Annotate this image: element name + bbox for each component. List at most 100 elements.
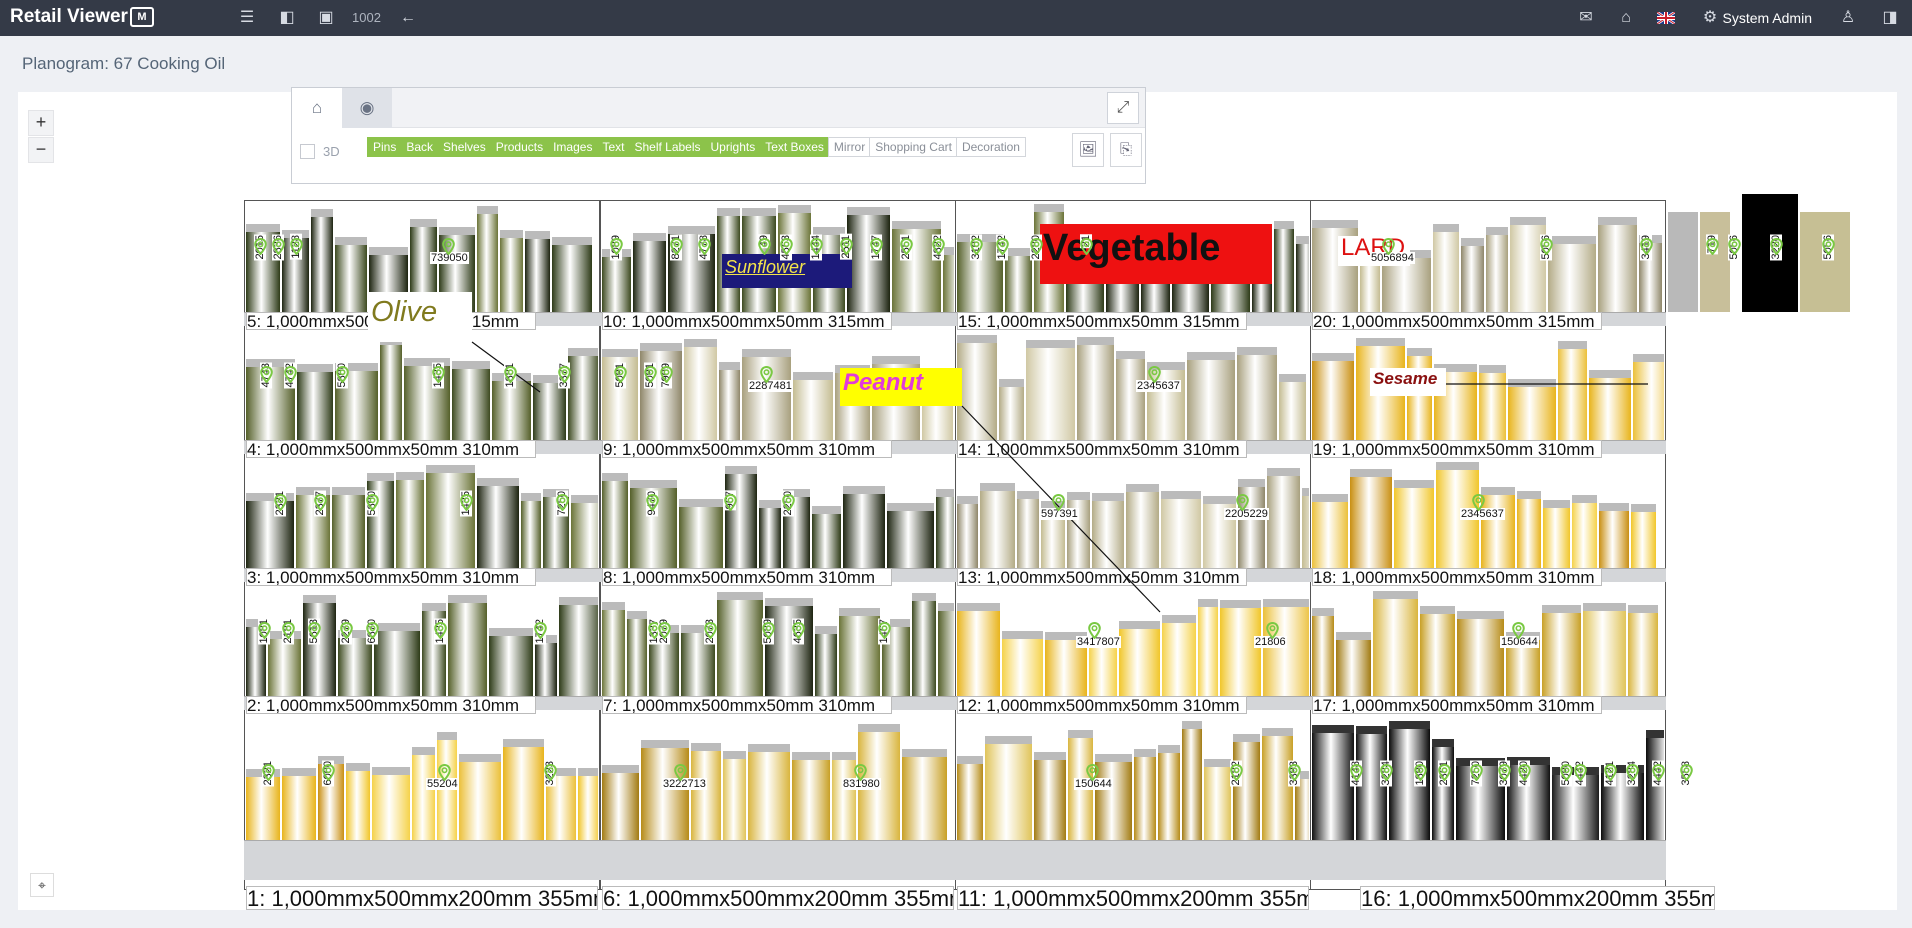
product-facing[interactable] — [957, 603, 1000, 696]
product-facing[interactable] — [1237, 346, 1277, 440]
product-facing[interactable] — [1220, 600, 1261, 696]
product-facing[interactable] — [602, 601, 625, 696]
location-pin-icon[interactable] — [760, 365, 773, 384]
product-facing[interactable] — [691, 742, 721, 840]
product-facing[interactable] — [1312, 352, 1354, 440]
product-facing[interactable] — [684, 338, 717, 440]
shelf[interactable] — [600, 840, 956, 880]
location-pin-icon[interactable] — [1472, 493, 1485, 512]
mail-icon[interactable]: ✉ — [1576, 8, 1596, 28]
location-pin-icon[interactable] — [534, 621, 547, 640]
shelf-label-11[interactable]: 11: 1,000mmx500mmx200mm 355mm — [957, 886, 1309, 910]
location-pin-icon[interactable] — [282, 621, 295, 640]
product-facing[interactable] — [448, 595, 487, 696]
product-facing[interactable] — [311, 209, 333, 312]
location-pin-icon[interactable] — [698, 237, 711, 256]
shelf-label-20[interactable]: 20: 1,000mmx500mmx50mm 315mm — [1312, 312, 1602, 330]
product-facing[interactable] — [303, 595, 336, 696]
product-facing[interactable] — [1700, 212, 1730, 312]
location-pin-icon[interactable] — [284, 365, 297, 384]
product-facing[interactable] — [847, 207, 890, 312]
product-facing[interactable] — [999, 379, 1024, 440]
shelf-label-16[interactable]: 16: 1,000mmx500mmx200mm 355mm — [1360, 886, 1715, 910]
location-pin-icon[interactable] — [1574, 763, 1587, 782]
product-facing[interactable] — [380, 336, 402, 440]
product-facing[interactable] — [1517, 490, 1541, 568]
location-pin-icon[interactable] — [782, 493, 795, 512]
text-box-vegetable[interactable]: Vegetable — [1040, 224, 1272, 284]
layer-toggle-images[interactable]: Images — [547, 137, 599, 157]
product-facing[interactable] — [602, 473, 628, 568]
product-facing[interactable] — [1279, 373, 1306, 440]
layer-toggle-text-boxes[interactable]: Text Boxes — [759, 137, 830, 157]
location-pin-icon[interactable] — [1604, 763, 1617, 782]
product-facing[interactable] — [1631, 504, 1656, 568]
text-box-sesame[interactable]: Sesame — [1370, 368, 1446, 396]
product-facing[interactable] — [1312, 608, 1334, 696]
product-facing[interactable] — [1336, 631, 1371, 696]
product-facing[interactable] — [1572, 494, 1597, 568]
location-pin-icon[interactable] — [646, 493, 659, 512]
product-facing[interactable] — [459, 754, 501, 840]
location-pin-icon[interactable] — [434, 621, 447, 640]
product-facing[interactable] — [765, 598, 813, 696]
product-facing[interactable] — [887, 502, 934, 568]
layer-toggle-decoration[interactable]: Decoration — [955, 137, 1026, 157]
location-pin-icon[interactable] — [442, 237, 455, 256]
product-facing[interactable] — [943, 246, 954, 312]
product-facing[interactable] — [985, 735, 1032, 840]
shelf-label-2[interactable]: 2: 1,000mmx500mmx50mm 310mm — [246, 696, 536, 714]
product-facing[interactable] — [335, 237, 367, 312]
shelf-label-15[interactable]: 15: 1,000mmx500mmx50mm 315mm — [957, 312, 1247, 330]
product-facing[interactable] — [396, 472, 424, 568]
product-facing[interactable] — [1274, 221, 1294, 312]
location-pin-icon[interactable] — [1414, 763, 1427, 782]
product-facing[interactable] — [1182, 720, 1202, 840]
location-pin-icon[interactable] — [674, 763, 687, 782]
location-pin-icon[interactable] — [644, 365, 657, 384]
product-facing[interactable] — [1668, 212, 1698, 312]
location-pin-icon[interactable] — [610, 237, 623, 256]
3d-checkbox[interactable] — [300, 144, 315, 159]
recenter-button[interactable]: ⌖ — [30, 873, 54, 897]
gear-icon[interactable]: ⚙ — [1700, 8, 1720, 28]
product-facing[interactable] — [957, 495, 978, 568]
layer-toggle-shopping-cart[interactable]: Shopping Cart — [869, 137, 958, 157]
product-facing[interactable] — [1583, 602, 1626, 696]
location-pin-icon[interactable] — [878, 621, 891, 640]
product-facing[interactable] — [1134, 748, 1156, 840]
product-facing[interactable] — [839, 608, 880, 696]
location-pin-icon[interactable] — [780, 237, 793, 256]
location-pin-icon[interactable] — [1230, 763, 1243, 782]
location-pin-icon[interactable] — [840, 237, 853, 256]
location-pin-icon[interactable] — [1350, 763, 1363, 782]
text-box-peanut[interactable]: Peanut — [840, 368, 962, 406]
shelf-label-1[interactable]: 1: 1,000mmx500mmx200mm 355mm — [246, 886, 598, 910]
product-facing[interactable] — [1204, 759, 1231, 840]
product-facing[interactable] — [723, 751, 746, 840]
product-facing[interactable] — [1092, 493, 1124, 568]
product-facing[interactable] — [1394, 480, 1434, 568]
box-icon[interactable]: ▣ — [316, 8, 336, 28]
location-pin-icon[interactable] — [1706, 237, 1719, 256]
location-pin-icon[interactable] — [438, 763, 451, 782]
product-facing[interactable] — [489, 627, 533, 696]
zoom-in-button[interactable]: + — [28, 110, 54, 136]
product-facing[interactable] — [1599, 502, 1629, 568]
location-pin-icon[interactable] — [724, 493, 737, 512]
product-facing[interactable] — [792, 751, 830, 840]
product-facing[interactable] — [571, 495, 598, 568]
product-facing[interactable] — [633, 232, 666, 312]
location-pin-icon[interactable] — [970, 237, 983, 256]
layer-toggle-back[interactable]: Back — [400, 137, 440, 157]
product-facing[interactable] — [832, 752, 856, 840]
product-facing[interactable] — [902, 748, 947, 840]
location-pin-icon[interactable] — [322, 763, 335, 782]
product-facing[interactable] — [1312, 493, 1348, 568]
product-facing[interactable] — [640, 343, 682, 440]
product-facing[interactable] — [477, 206, 498, 312]
location-pin-icon[interactable] — [900, 237, 913, 256]
user-icon[interactable]: ♙ — [1838, 8, 1858, 28]
location-pin-icon[interactable] — [336, 365, 349, 384]
text-box-olive[interactable]: Olive — [368, 292, 472, 342]
